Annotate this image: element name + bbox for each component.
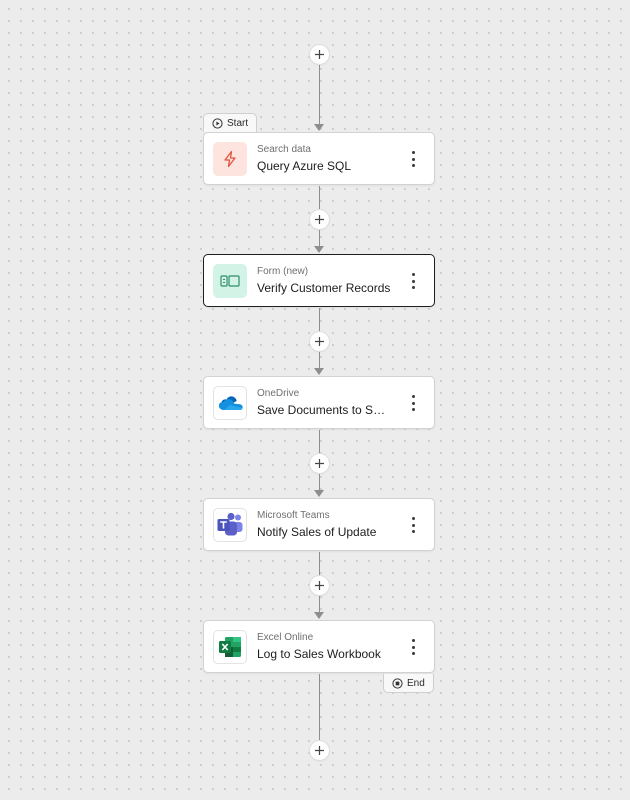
step-subtitle: Search data <box>257 144 311 155</box>
add-step-button[interactable] <box>310 45 329 64</box>
plus-icon <box>315 581 324 590</box>
plus-icon <box>315 459 324 468</box>
step-title: Log to Sales Workbook <box>257 647 381 661</box>
step-card-log-to-sales-workbook[interactable]: Excel Online Log to Sales Workbook <box>203 620 435 673</box>
step-card-query-azure-sql[interactable]: Search data Query Azure SQL <box>203 132 435 185</box>
connector-arrow <box>314 368 324 375</box>
connector-arrow <box>314 124 324 131</box>
start-tag: Start <box>203 113 258 132</box>
step-title: Query Azure SQL <box>257 159 352 173</box>
lightning-icon <box>224 150 236 168</box>
add-step-button[interactable] <box>310 332 329 351</box>
connector-arrow <box>314 612 324 619</box>
step-more-menu-button[interactable] <box>407 151 419 167</box>
plus-icon <box>315 215 324 224</box>
step-more-menu-button[interactable] <box>407 273 419 289</box>
step-card-save-documents[interactable]: OneDrive Save Documents to SharePoint <box>203 376 435 429</box>
step-card-notify-sales[interactable]: Microsoft Teams Notify Sales of Update <box>203 498 435 551</box>
excel-icon <box>219 637 241 657</box>
step-subtitle: Form (new) <box>257 266 309 277</box>
form-icon <box>220 275 240 287</box>
step-icon-box <box>213 142 247 176</box>
step-title: Verify Customer Records <box>257 281 391 295</box>
start-label: Start <box>227 117 249 129</box>
play-circle-icon <box>212 117 223 129</box>
step-subtitle: OneDrive <box>257 388 300 399</box>
step-subtitle: Excel Online <box>257 632 314 643</box>
step-more-menu-button[interactable] <box>407 395 419 411</box>
step-title: Notify Sales of Update <box>257 525 377 539</box>
add-step-button[interactable] <box>310 741 329 760</box>
connector-arrow <box>314 490 324 497</box>
step-icon-box <box>213 508 247 542</box>
step-icon-box <box>213 386 247 420</box>
connector-line <box>319 674 320 742</box>
end-label: End <box>407 677 425 689</box>
plus-icon <box>315 337 324 346</box>
connector-line <box>319 64 320 124</box>
step-more-menu-button[interactable] <box>407 517 419 533</box>
step-card-verify-customer-records[interactable]: Form (new) Verify Customer Records <box>203 254 435 307</box>
add-step-button[interactable] <box>310 210 329 229</box>
end-tag: End <box>383 674 434 693</box>
onedrive-icon <box>218 396 243 410</box>
teams-icon <box>217 512 243 536</box>
stop-circle-icon <box>392 677 403 689</box>
step-subtitle: Microsoft Teams <box>257 510 330 521</box>
plus-icon <box>315 50 324 59</box>
flow-canvas[interactable]: Start Search data Query Azure SQL Form (… <box>0 0 630 800</box>
step-icon-box <box>213 264 247 298</box>
step-title: Save Documents to SharePoint <box>257 403 391 417</box>
step-more-menu-button[interactable] <box>407 639 419 655</box>
connector-arrow <box>314 246 324 253</box>
plus-icon <box>315 746 324 755</box>
step-icon-box <box>213 630 247 664</box>
add-step-button[interactable] <box>310 576 329 595</box>
add-step-button[interactable] <box>310 454 329 473</box>
